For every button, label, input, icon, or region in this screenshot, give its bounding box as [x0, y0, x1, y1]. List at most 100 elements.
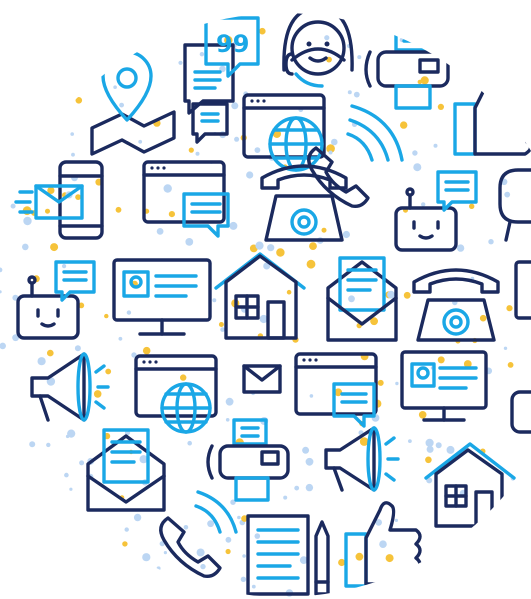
support-agent-headset-icon	[282, 13, 354, 88]
smartphone-email-icon	[14, 160, 104, 240]
confetti-dot	[47, 349, 54, 357]
confetti-dot	[142, 346, 151, 355]
confetti-dot	[342, 230, 350, 239]
confetti-dot	[324, 35, 330, 41]
confetti-dot	[403, 291, 411, 299]
confetti-dot	[446, 445, 455, 454]
confetti-dot	[142, 553, 151, 562]
confetti-dot	[168, 211, 175, 218]
confetti-dot	[246, 171, 254, 179]
confetti-dot	[321, 227, 327, 233]
confetti-dot	[302, 446, 310, 454]
confetti-dot	[331, 138, 338, 146]
house-icon	[424, 442, 516, 528]
confetti-dot	[62, 264, 67, 269]
confetti-dot	[104, 313, 109, 319]
confetti-dot	[71, 152, 75, 157]
confetti-dot	[118, 336, 123, 341]
confetti-dot	[207, 520, 215, 528]
confetti-dot	[353, 91, 360, 98]
confetti-dot	[0, 290, 2, 294]
confetti-dot	[180, 374, 187, 381]
desk-phone-icon	[412, 268, 500, 342]
confetti-dot	[435, 442, 442, 449]
confetti-dot	[178, 60, 183, 65]
confetti-dot	[183, 525, 189, 530]
confetti-dot	[420, 76, 429, 85]
confetti-dot	[413, 163, 422, 172]
contact-card-monitor-icon	[510, 260, 531, 434]
confetti-dot	[267, 244, 275, 252]
confetti-dot	[433, 143, 438, 148]
confetti-dot	[75, 194, 81, 201]
chatbot-icon	[16, 260, 96, 340]
confetti-dot	[306, 259, 316, 269]
confetti-dot	[237, 515, 241, 520]
confetti-dot	[437, 103, 444, 110]
confetti-dot	[29, 441, 36, 448]
confetti-dot	[50, 243, 59, 252]
confetti-dot	[240, 576, 247, 582]
envelope-icon	[242, 364, 282, 394]
confetti-dot	[105, 368, 112, 375]
confetti-dot	[23, 216, 32, 226]
confetti-dot	[309, 394, 314, 398]
confetti-dot	[338, 558, 346, 567]
confetti-dot	[251, 584, 256, 589]
pencil-icon	[314, 520, 330, 596]
confetti-dot	[503, 346, 508, 350]
confetti-dot	[10, 203, 16, 209]
confetti-dot	[488, 239, 494, 245]
confetti-dot	[79, 460, 85, 466]
confetti-dot	[119, 102, 124, 108]
confetti-dot	[156, 566, 161, 571]
confetti-dot	[421, 202, 426, 207]
confetti-dot	[400, 121, 408, 129]
confetti-dot	[185, 238, 194, 246]
confetti-dot	[22, 243, 29, 251]
confetti-dot	[133, 513, 142, 522]
open-envelope-icon	[86, 428, 166, 512]
confetti-dot	[115, 206, 122, 213]
confetti-dot	[456, 244, 465, 252]
confetti-dot	[425, 438, 434, 447]
confetti-dot	[93, 390, 102, 398]
confetti-dot	[425, 456, 432, 464]
confetti-dot	[74, 345, 81, 352]
house-icon	[214, 252, 306, 340]
chatbot-icon	[394, 170, 478, 252]
confetti-dot	[113, 85, 117, 89]
confetti-dot	[225, 548, 231, 555]
confetti-dot	[255, 241, 264, 250]
confetti-dot	[69, 487, 73, 491]
confetti-dot	[506, 305, 513, 312]
confetti-dot	[163, 184, 172, 193]
confetti-dot	[124, 527, 129, 532]
confetti-dot	[254, 533, 261, 539]
confetti-dot	[196, 548, 205, 557]
confetti-dot	[37, 357, 46, 366]
confetti-dot	[412, 150, 418, 156]
confetti-dot	[234, 136, 240, 142]
confetti-dot	[220, 327, 225, 332]
contact-card-monitor-icon	[112, 258, 212, 336]
confetti-dot	[212, 298, 217, 303]
speech-bubbles-icon: 99	[183, 16, 260, 115]
confetti-dot	[385, 554, 394, 563]
confetti-dot	[75, 97, 83, 104]
confetti-dot	[64, 472, 69, 478]
icon-collage: 99	[0, 13, 531, 597]
confetti-dot	[187, 440, 192, 446]
confetti-dot	[294, 485, 300, 491]
confetti-dot	[309, 242, 317, 251]
confetti-dot	[418, 411, 427, 419]
confetti-dot	[225, 418, 230, 422]
globe-icon	[160, 382, 212, 434]
confetti-dot	[355, 552, 364, 561]
confetti-dot	[0, 267, 3, 273]
confetti-dot	[347, 90, 352, 95]
confetti-dot	[67, 429, 76, 438]
confetti-dot	[0, 342, 6, 350]
confetti-dot	[348, 295, 355, 303]
document-icon	[246, 514, 310, 596]
